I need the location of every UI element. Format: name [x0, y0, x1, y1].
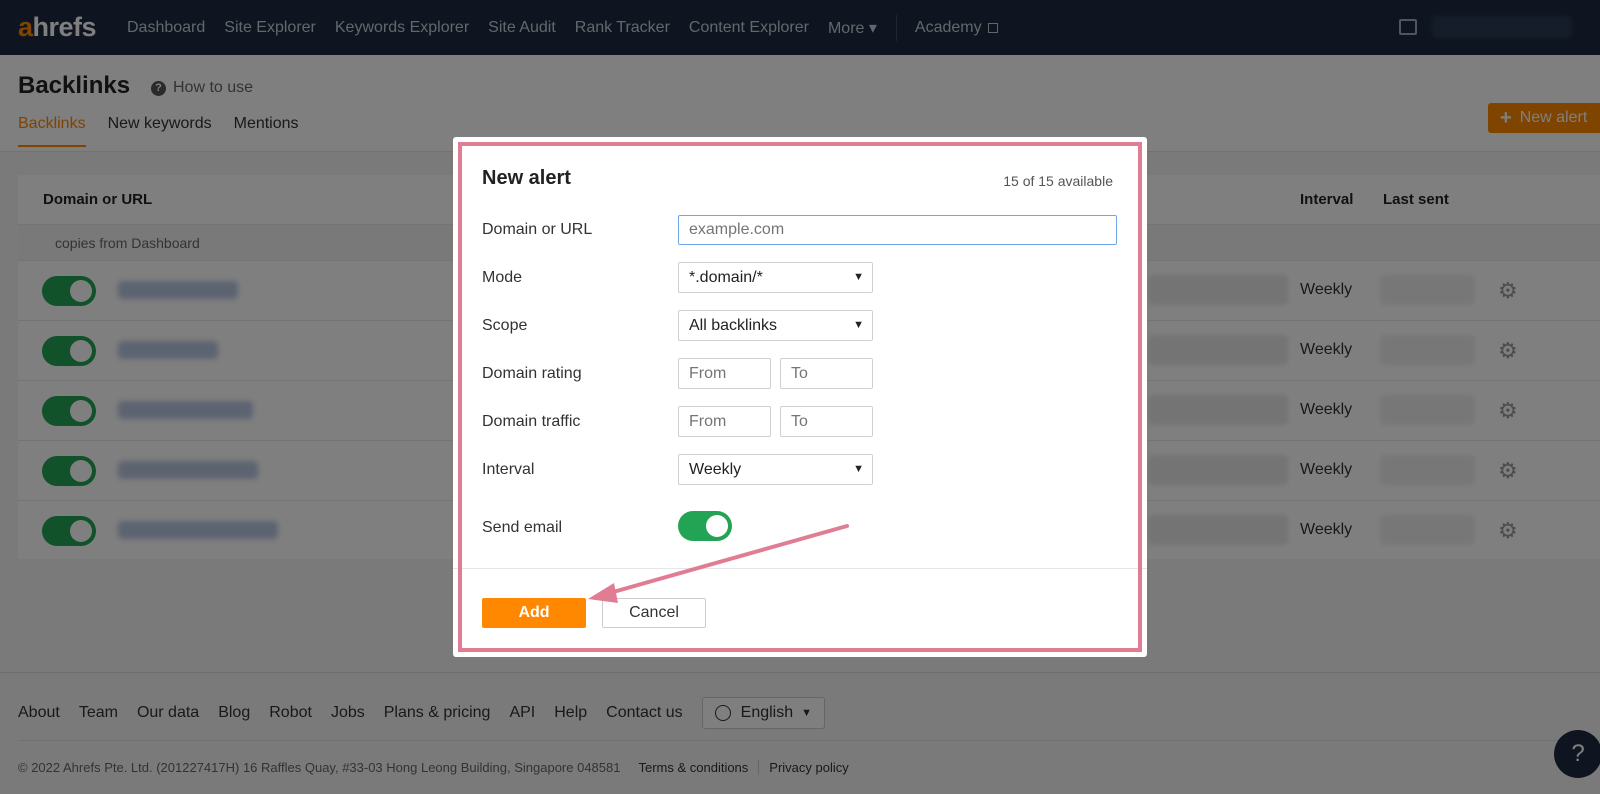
mode-select[interactable]: *.domain/* ▼: [678, 262, 873, 293]
label-domain-traffic: Domain traffic: [482, 413, 581, 430]
caret-down-icon: ▼: [853, 463, 864, 475]
domain-input[interactable]: [678, 215, 1117, 245]
label-mode: Mode: [482, 269, 523, 286]
caret-down-icon: ▼: [853, 271, 864, 283]
domain-rating-from-input[interactable]: [678, 358, 771, 389]
label-scope: Scope: [482, 317, 528, 334]
label-send-email: Send email: [482, 519, 563, 536]
label-domain: Domain or URL: [482, 221, 593, 238]
send-email-toggle[interactable]: [678, 511, 732, 541]
add-button[interactable]: Add: [482, 598, 586, 628]
domain-traffic-from-input[interactable]: [678, 406, 771, 437]
scope-select[interactable]: All backlinks ▼: [678, 310, 873, 341]
dialog-divider: [453, 568, 1147, 569]
new-alert-dialog: New alert 15 of 15 available Domain or U…: [453, 137, 1147, 657]
alerts-available: 15 of 15 available: [1003, 173, 1113, 189]
domain-rating-to-input[interactable]: [780, 358, 873, 389]
label-interval: Interval: [482, 461, 535, 478]
label-domain-rating: Domain rating: [482, 365, 582, 382]
domain-traffic-to-input[interactable]: [780, 406, 873, 437]
interval-select[interactable]: Weekly ▼: [678, 454, 873, 485]
cancel-button[interactable]: Cancel: [602, 598, 706, 628]
dialog-title: New alert: [482, 167, 571, 189]
caret-down-icon: ▼: [853, 319, 864, 331]
